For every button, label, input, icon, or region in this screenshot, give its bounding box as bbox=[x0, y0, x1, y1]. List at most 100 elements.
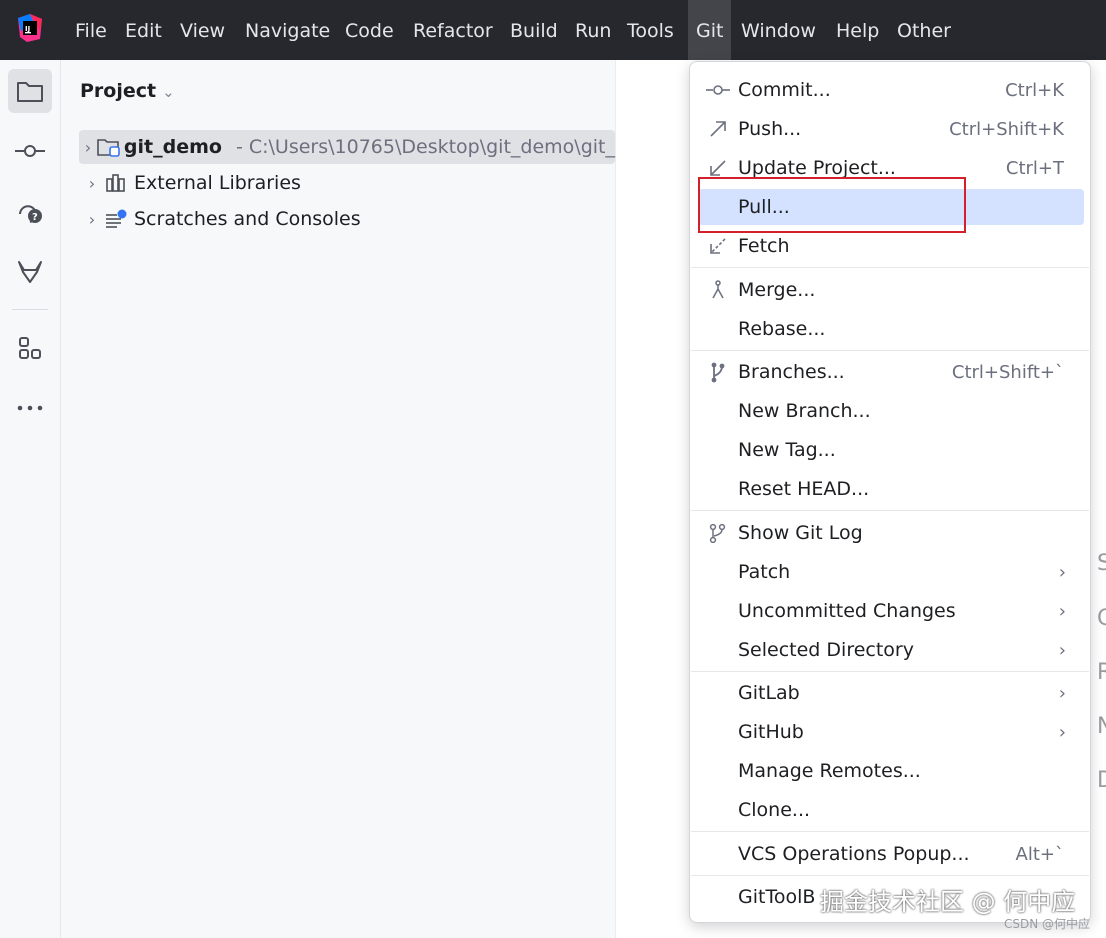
submenu-chevron-icon: › bbox=[1058, 682, 1066, 704]
fetch-icon bbox=[698, 237, 738, 255]
editor-text-fragment: N bbox=[1097, 714, 1106, 739]
menu-item-new-tag[interactable]: New Tag... bbox=[698, 432, 1084, 468]
menu-item-reset-head[interactable]: Reset HEAD... bbox=[698, 471, 1084, 507]
menu-item-vcs-operations-popup[interactable]: VCS Operations Popup... Alt+` bbox=[698, 836, 1084, 872]
watermark-text: 掘金技术社区 @ 何中应 bbox=[820, 888, 1076, 916]
menu-item-label: Patch bbox=[738, 561, 791, 583]
menu-edit[interactable]: Edit bbox=[117, 0, 170, 60]
branch-icon bbox=[698, 361, 738, 383]
chevron-right-icon[interactable]: › bbox=[79, 210, 105, 229]
menu-item-clone[interactable]: Clone... bbox=[698, 792, 1084, 828]
update-arrow-icon bbox=[698, 159, 738, 177]
menu-refactor[interactable]: Refactor bbox=[405, 0, 501, 60]
menu-code[interactable]: Code bbox=[337, 0, 402, 60]
watermark-small-text: CSDN @何中应 bbox=[1004, 917, 1091, 931]
menu-navigate[interactable]: Navigate bbox=[237, 0, 338, 60]
menu-item-label: GitLab bbox=[738, 682, 800, 704]
menu-item-patch[interactable]: Patch › bbox=[698, 554, 1084, 590]
more-icon[interactable] bbox=[8, 386, 52, 430]
intellij-logo-icon[interactable]: IJ bbox=[15, 13, 45, 43]
commit-icon[interactable] bbox=[8, 129, 52, 173]
menu-item-manage-remotes[interactable]: Manage Remotes... bbox=[698, 753, 1084, 789]
menu-view[interactable]: View bbox=[172, 0, 233, 60]
menu-separator bbox=[691, 510, 1089, 511]
project-path: - C:\Users\10765\Desktop\git_demo\git_ bbox=[235, 136, 615, 158]
editor-text-fragment: D bbox=[1097, 768, 1106, 793]
tree-item-scratches[interactable]: › Scratches and Consoles bbox=[79, 202, 361, 236]
menu-separator bbox=[691, 875, 1089, 876]
chevron-right-icon[interactable]: › bbox=[79, 138, 97, 157]
module-folder-icon bbox=[97, 136, 121, 158]
submenu-chevron-icon: › bbox=[1058, 561, 1066, 583]
tree-item-git-demo[interactable]: › git_demo - C:\Users\10765\Desktop\git_… bbox=[79, 130, 615, 164]
panel-title-label: Project bbox=[80, 80, 157, 102]
push-arrow-icon bbox=[698, 120, 738, 138]
chevron-right-icon[interactable]: › bbox=[79, 174, 105, 193]
menu-item-shortcut: Alt+` bbox=[1015, 843, 1064, 865]
library-icon bbox=[105, 172, 131, 194]
editor-text-fragment: S bbox=[1097, 551, 1106, 576]
menu-item-label: VCS Operations Popup... bbox=[738, 843, 970, 865]
menu-separator bbox=[691, 671, 1089, 672]
submenu-chevron-icon: › bbox=[1058, 721, 1066, 743]
annotation-highlight-box bbox=[698, 177, 966, 233]
title-bar: IJ File Edit View Navigate Code Refactor… bbox=[0, 0, 1106, 60]
menu-run[interactable]: Run bbox=[567, 0, 619, 60]
menu-item-label: Uncommitted Changes bbox=[738, 600, 956, 622]
menu-item-shortcut: Ctrl+T bbox=[1005, 157, 1064, 179]
menu-item-shortcut: Ctrl+Shift+K bbox=[949, 118, 1064, 140]
commit-icon bbox=[698, 84, 738, 96]
merge-icon bbox=[698, 280, 738, 300]
svg-text:?: ? bbox=[32, 212, 38, 223]
menu-item-label: Clone... bbox=[738, 799, 811, 821]
tool-window-strip: ? bbox=[0, 60, 61, 938]
menu-item-commit[interactable]: Commit... Ctrl+K bbox=[698, 72, 1084, 108]
submenu-chevron-icon: › bbox=[1058, 600, 1066, 622]
project-panel-title[interactable]: Project ⌄ bbox=[80, 80, 175, 102]
menu-item-label: Push... bbox=[738, 118, 802, 140]
menu-item-label: Update Project... bbox=[738, 157, 896, 179]
tree-item-external-libraries[interactable]: › External Libraries bbox=[79, 166, 301, 200]
menu-separator bbox=[691, 831, 1089, 832]
tree-item-label: git_demo bbox=[123, 136, 222, 158]
gitlab-icon[interactable] bbox=[8, 250, 52, 294]
tree-item-label: External Libraries bbox=[134, 172, 301, 194]
menu-item-fetch[interactable]: Fetch bbox=[698, 228, 1084, 264]
menu-item-gitlab[interactable]: GitLab › bbox=[698, 675, 1084, 711]
svg-text:IJ: IJ bbox=[25, 25, 30, 33]
menu-item-label: New Tag... bbox=[738, 439, 836, 461]
menu-separator bbox=[691, 267, 1089, 268]
menu-file[interactable]: File bbox=[67, 0, 115, 60]
structure-icon[interactable] bbox=[8, 326, 52, 370]
menu-item-push[interactable]: Push... Ctrl+Shift+K bbox=[698, 111, 1084, 147]
menu-help[interactable]: Help bbox=[828, 0, 887, 60]
git-log-icon bbox=[698, 523, 738, 543]
menu-other[interactable]: Other bbox=[889, 0, 959, 60]
project-panel: Project ⌄ › git_demo - C:\Users\10765\Des… bbox=[61, 60, 616, 938]
menu-item-rebase[interactable]: Rebase... bbox=[698, 311, 1084, 347]
menu-item-selected-directory[interactable]: Selected Directory › bbox=[698, 632, 1084, 668]
menu-item-merge[interactable]: Merge... bbox=[698, 272, 1084, 308]
menu-git[interactable]: Git bbox=[688, 0, 732, 60]
menu-item-github[interactable]: GitHub › bbox=[698, 714, 1084, 750]
menu-item-label: Manage Remotes... bbox=[738, 760, 921, 782]
menu-item-label: Merge... bbox=[738, 279, 816, 301]
menu-item-label: Selected Directory bbox=[738, 639, 914, 661]
menu-item-uncommitted-changes[interactable]: Uncommitted Changes › bbox=[698, 593, 1084, 629]
help-icon[interactable]: ? bbox=[8, 190, 52, 234]
menu-item-shortcut: Ctrl+Shift+` bbox=[951, 361, 1064, 383]
chevron-down-icon[interactable]: ⌄ bbox=[162, 83, 175, 101]
menu-item-show-git-log[interactable]: Show Git Log bbox=[698, 515, 1084, 551]
editor-text-fragment: G bbox=[1097, 606, 1106, 631]
menu-item-label: Show Git Log bbox=[738, 522, 863, 544]
menu-window[interactable]: Window bbox=[733, 0, 824, 60]
menu-item-label: New Branch... bbox=[738, 400, 871, 422]
project-folder-icon[interactable] bbox=[8, 69, 52, 113]
menu-item-shortcut: Ctrl+K bbox=[1005, 79, 1064, 101]
menu-build[interactable]: Build bbox=[502, 0, 566, 60]
menu-item-branches[interactable]: Branches... Ctrl+Shift+` bbox=[698, 354, 1084, 390]
menu-item-label: GitHub bbox=[738, 721, 804, 743]
menu-item-new-branch[interactable]: New Branch... bbox=[698, 393, 1084, 429]
menu-tools[interactable]: Tools bbox=[619, 0, 682, 60]
submenu-chevron-icon: › bbox=[1058, 639, 1066, 661]
